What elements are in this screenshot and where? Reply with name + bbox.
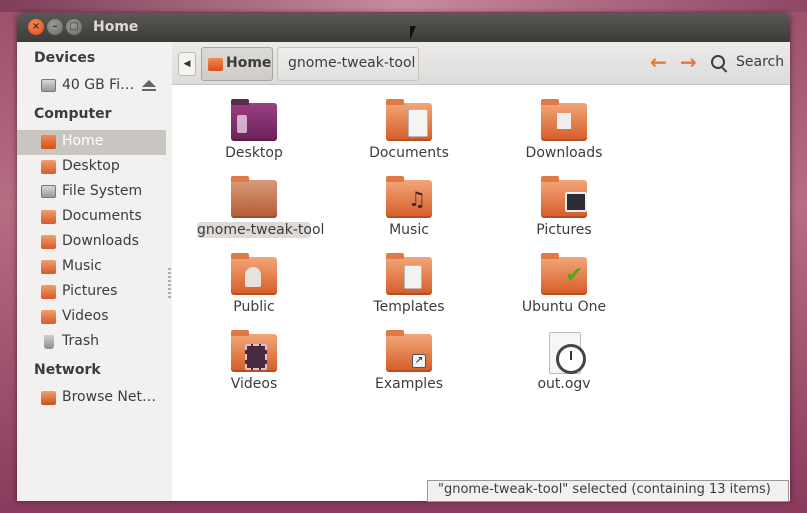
status-text: "gnome-tweak-tool" selected (containing … [438,482,771,497]
file-item-label: Videos [230,376,278,392]
sidebar-item-trash[interactable]: Trash [17,330,166,355]
sidebar-item-home[interactable]: Home [17,130,166,155]
sidebar-item-label: Videos [62,308,109,324]
music-note-icon: ♫ [408,187,426,211]
title-bar[interactable]: × – □ Home [17,13,790,42]
status-bar: "gnome-tweak-tool" selected (containing … [427,480,789,502]
file-item-label: out.ogv [537,376,591,392]
file-item-label: Ubuntu One [521,299,607,315]
sidebar-heading-devices: Devices [34,50,96,66]
folder-icon [41,285,56,299]
sidebar-item-drive[interactable]: 40 GB Fi… [17,74,166,99]
file-item-ubuntu-one[interactable]: ✔ Ubuntu One [499,253,629,325]
sidebar-item-label: Pictures [62,283,118,299]
file-item-out-ogv[interactable]: out.ogv [499,332,629,402]
file-item-gnome-tweak-tool[interactable]: gnome-tweak-tool [189,176,325,248]
toolbar: ◀ Home gnome-tweak-tool ← → Search [172,42,790,85]
file-item-public[interactable]: Public [189,253,319,325]
file-item-label: Examples [374,376,444,392]
sidebar-item-label: Trash [62,333,99,349]
drive-icon [41,185,56,198]
sidebar-item-label: Desktop [62,158,120,174]
forward-arrow-icon[interactable]: → [680,50,697,74]
sidebar-heading-network: Network [34,362,101,378]
home-icon [41,135,56,149]
home-icon [208,58,223,71]
minimize-window-button[interactable]: – [47,19,63,35]
sidebar-item-pictures[interactable]: Pictures [17,280,166,305]
search-icon[interactable] [711,55,725,69]
symlink-arrow-icon: ↗ [412,354,426,368]
file-item-examples[interactable]: ↗ Examples [344,330,474,402]
file-view: Desktop Documents Downloads gnome-tweak-… [172,85,790,501]
back-arrow-icon[interactable]: ← [650,50,667,74]
file-item-music[interactable]: ♫ Music [344,176,474,248]
folder-icon [231,176,277,218]
sidebar-item-label: File System [62,183,143,199]
template-document-icon [404,265,422,289]
window-title: Home [93,19,139,35]
file-item-downloads[interactable]: Downloads [499,99,629,171]
folder-icon [41,160,56,174]
picture-icon [565,192,587,212]
breadcrumb-scroll-left-button[interactable]: ◀ [178,52,196,76]
person-icon [245,267,261,287]
file-item-label: Music [389,222,429,238]
drive-icon [41,79,56,92]
sidebar-item-label: Browse Net… [62,389,157,405]
folder-icon [41,235,56,249]
sidebar-item-desktop[interactable]: Desktop [17,155,166,180]
desktop-background [0,0,807,12]
file-item-templates[interactable]: Templates [344,253,474,325]
breadcrumb-label: Home [226,55,272,71]
film-strip-icon [245,344,267,370]
mouse-pointer-icon [410,26,416,40]
clock-icon [556,344,586,374]
file-item-videos[interactable]: Videos [189,330,319,402]
file-item-desktop[interactable]: Desktop [189,99,319,171]
document-icon [408,109,428,137]
launcher-icon [237,115,247,133]
breadcrumb-home[interactable]: Home [201,47,273,81]
breadcrumb-label: gnome-tweak-tool [288,55,416,71]
file-item-pictures[interactable]: Pictures [499,176,629,248]
sidebar-item-label: Downloads [62,233,139,249]
checkmark-icon: ✔ [565,263,584,288]
sidebar-heading-computer: Computer [34,106,112,122]
file-item-label: Templates [373,299,445,315]
file-item-label: Pictures [536,222,592,238]
sidebar-item-label: Music [62,258,102,274]
maximize-window-button[interactable]: □ [66,19,82,35]
eject-icon[interactable] [142,80,156,91]
folder-icon [41,260,56,274]
close-window-button[interactable]: × [28,19,44,35]
file-item-label: gnome-tweak-tool [197,222,325,238]
search-button[interactable]: Search [736,54,784,70]
folder-icon [41,210,56,224]
sidebar-item-label: Documents [62,208,142,224]
file-item-documents[interactable]: Documents [344,99,474,171]
file-item-label: Desktop [225,145,283,161]
sidebar-item-downloads[interactable]: Downloads [17,230,166,255]
breadcrumb-gnome-tweak-tool[interactable]: gnome-tweak-tool [277,47,419,81]
file-item-label: Documents [369,145,449,161]
sidebar-item-music[interactable]: Music [17,255,166,280]
sidebar-item-browse-network[interactable]: Browse Net… [17,386,166,411]
sidebar-item-documents[interactable]: Documents [17,205,166,230]
file-item-label: Public [233,299,275,315]
folder-icon [41,310,56,324]
sidebar-item-label: Home [62,133,104,149]
trash-icon [44,335,54,349]
sidebar-item-videos[interactable]: Videos [17,305,166,330]
sidebar-item-label: 40 GB Fi… [62,77,135,93]
sidebar-item-file-system[interactable]: File System [17,180,166,205]
file-manager-window: × – □ Home Devices 40 GB Fi… Computer Ho… [17,13,790,501]
sidebar-resize-handle[interactable] [168,268,171,298]
file-item-label: Downloads [525,145,603,161]
sidebar: Devices 40 GB Fi… Computer Home Desktop … [17,42,166,501]
network-icon [41,391,56,405]
download-arrow-icon [557,113,571,129]
